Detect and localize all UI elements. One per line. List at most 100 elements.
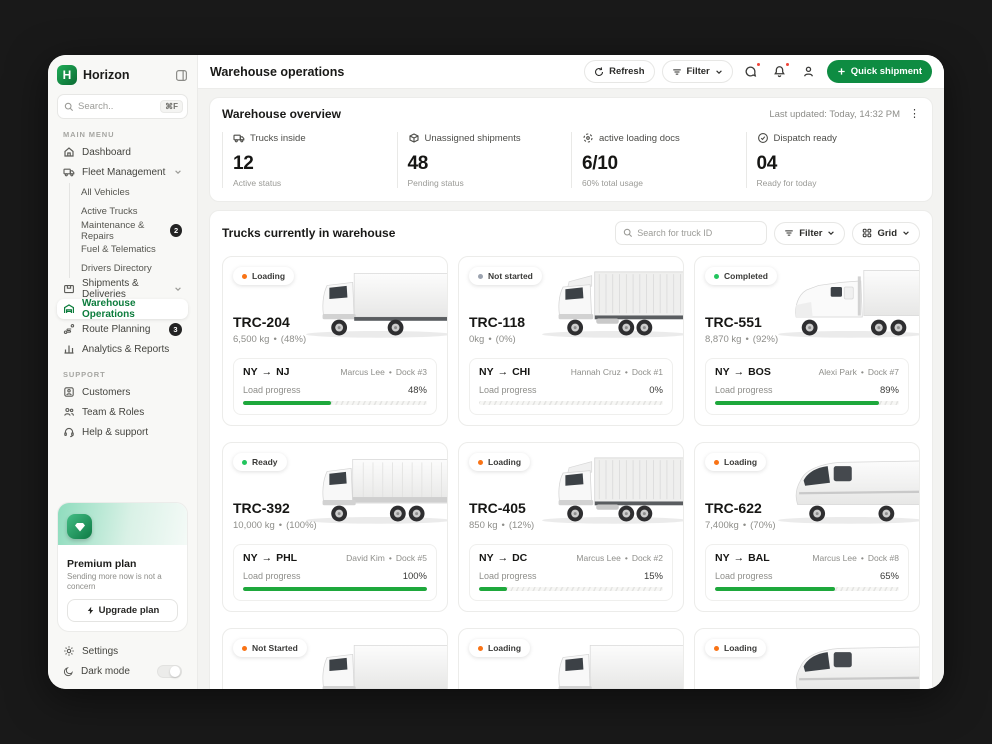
truck-card[interactable]: Loading • → • — [458, 628, 684, 689]
chevron-down-icon[interactable] — [174, 168, 182, 176]
progress-fill — [243, 587, 427, 591]
truck-search-placeholder: Search for truck ID — [637, 228, 712, 238]
load-progress-label: Load progress — [479, 571, 537, 582]
kebab-menu-icon[interactable]: ⋮ — [909, 109, 920, 120]
stats-row: Trucks inside 12 Active status Unassigne… — [222, 132, 920, 188]
sidebar-subitem[interactable]: Active Trucks — [70, 202, 188, 221]
status-label: Loading — [724, 457, 757, 467]
page-title: Warehouse operations — [210, 65, 344, 79]
sidebar-subitem[interactable]: Fuel & Telematics — [70, 240, 188, 259]
upgrade-plan-button[interactable]: Upgrade plan — [67, 599, 178, 622]
dot-separator: • — [502, 520, 505, 531]
bar-chart-icon — [63, 343, 75, 355]
load-progress-value: 0% — [649, 385, 663, 396]
sidebar-item-settings[interactable]: Settings — [57, 641, 188, 661]
chevron-down-icon — [827, 229, 835, 237]
dot-separator: • — [389, 367, 392, 377]
truck-weight: 6,500 kg • (48%) — [233, 334, 437, 345]
progress-bar — [715, 401, 899, 405]
sidebar-item-fleet-management[interactable]: Fleet Management — [57, 162, 188, 182]
notification-dot — [785, 62, 790, 67]
chevron-down-icon — [902, 229, 910, 237]
truck-route: NY → PHL — [243, 552, 297, 564]
sidebar-item-dashboard[interactable]: Dashboard — [57, 142, 188, 162]
sidebar-item-analytics-reports[interactable]: Analytics & Reports — [57, 339, 188, 359]
premium-gradient — [58, 503, 187, 545]
truck-driver-dock: Hannah Cruz • Dock #1 — [571, 367, 663, 377]
sidebar-item-team-roles[interactable]: Team & Roles — [57, 402, 188, 422]
truck-weight: 8,870 kg • (92%) — [705, 334, 909, 345]
chevron-down-icon[interactable] — [174, 285, 182, 293]
truck-card[interactable]: Not Started • → • — [222, 628, 448, 689]
premium-title: Premium plan — [67, 558, 178, 570]
stat-card: active loading docs 6/10 60% total usage — [571, 132, 746, 188]
sidebar-item-help-support[interactable]: Help & support — [57, 422, 188, 442]
progress-bar — [479, 587, 663, 591]
quick-shipment-button[interactable]: Quick shipment — [827, 60, 932, 83]
load-progress-label: Load progress — [479, 385, 537, 396]
truck-route: NY → NJ — [243, 366, 290, 378]
dark-mode-toggle[interactable] — [157, 665, 182, 678]
filter-button[interactable]: Filter — [662, 60, 733, 83]
stat-card: Trucks inside 12 Active status — [222, 132, 397, 188]
status-dot-icon — [242, 646, 247, 651]
moon-icon — [63, 666, 74, 677]
truck-card[interactable]: Not started TRC-118 0kg • (0%) NY → CHI — [458, 256, 684, 426]
messages-button[interactable] — [740, 61, 762, 83]
load-progress-label: Load progress — [715, 571, 773, 582]
search-icon — [623, 228, 633, 238]
stat-sub: Ready for today — [757, 178, 921, 188]
truck-info-panel: NY → NJ Marcus Lee • Dock #3 Load progre… — [233, 358, 437, 415]
truck-id: TRC-622 — [705, 500, 909, 516]
sidebar-subitem[interactable]: All Vehicles — [70, 183, 188, 202]
route-arrow-icon: → — [262, 366, 273, 378]
filter-icon — [672, 67, 682, 77]
sidebar-subitem[interactable]: Maintenance & Repairs 2 — [70, 221, 188, 240]
stat-value: 12 — [233, 153, 397, 175]
progress-bar — [243, 401, 427, 405]
status-dot-icon — [714, 274, 719, 279]
status-label: Ready — [252, 457, 278, 467]
status-dot-icon — [714, 646, 719, 651]
truck-info-panel: NY → CHI Hannah Cruz • Dock #1 Load prog… — [469, 358, 673, 415]
refresh-button[interactable]: Refresh — [584, 60, 654, 83]
truck-card[interactable]: Ready TRC-392 10,000 kg • (100%) NY → PH… — [222, 442, 448, 612]
truck-card[interactable]: Completed TRC-551 8,870 kg • (92%) NY → … — [694, 256, 920, 426]
trucks-filter-button[interactable]: Filter — [774, 222, 845, 245]
status-label: Loading — [488, 457, 521, 467]
route-arrow-icon: → — [734, 366, 745, 378]
notifications-button[interactable] — [769, 61, 791, 83]
truck-card[interactable]: Loading TRC-622 7,400kg • (70%) NY → BAL… — [694, 442, 920, 612]
truck-weight: 850 kg • (12%) — [469, 520, 673, 531]
truck-info-panel: NY → BOS Alexi Park • Dock #7 Load progr… — [705, 358, 909, 415]
collapse-sidebar-icon[interactable] — [175, 69, 188, 82]
dot-separator: • — [488, 334, 491, 345]
stat-icon — [757, 132, 769, 144]
sidebar-item-customers[interactable]: Customers — [57, 382, 188, 402]
truck-card[interactable]: Loading • → • — [694, 628, 920, 689]
sidebar-item-route-planning[interactable]: Route Planning 3 — [57, 319, 188, 339]
truck-driver-dock: Alexi Park • Dock #7 — [819, 367, 899, 377]
truck-info-panel: NY → PHL David Kim • Dock #5 Load progre… — [233, 544, 437, 601]
truck-weight: 7,400kg • (70%) — [705, 520, 909, 531]
status-label: Loading — [488, 643, 521, 653]
account-button[interactable] — [798, 61, 820, 83]
stat-label: Trucks inside — [250, 133, 306, 144]
progress-bar — [243, 587, 427, 591]
truck-info-panel: NY → DC Marcus Lee • Dock #2 Load progre… — [469, 544, 673, 601]
grid-view-button[interactable]: Grid — [852, 222, 920, 245]
truck-card[interactable]: Loading TRC-204 6,500 kg • (48%) NY → NJ… — [222, 256, 448, 426]
diamond-icon — [67, 514, 92, 539]
sidebar-subitem[interactable]: Drivers Directory — [70, 259, 188, 278]
sidebar-item-warehouse-operations[interactable]: Warehouse Operations — [57, 299, 188, 319]
premium-plan-card: Premium plan Sending more now is not a c… — [57, 502, 188, 632]
status-label: Loading — [724, 643, 757, 653]
load-progress-value: 15% — [644, 571, 663, 582]
home-icon — [63, 146, 75, 158]
truck-search-input[interactable]: Search for truck ID — [615, 221, 767, 245]
sidebar-search-input[interactable]: Search.. ⌘F — [57, 94, 188, 119]
truck-weight: 10,000 kg • (100%) — [233, 520, 437, 531]
chevron-down-icon — [715, 68, 723, 76]
truck-card[interactable]: Loading TRC-405 850 kg • (12%) NY → DC — [458, 442, 684, 612]
sidebar-item-shipments-deliveries[interactable]: Shipments & Deliveries — [57, 279, 188, 299]
